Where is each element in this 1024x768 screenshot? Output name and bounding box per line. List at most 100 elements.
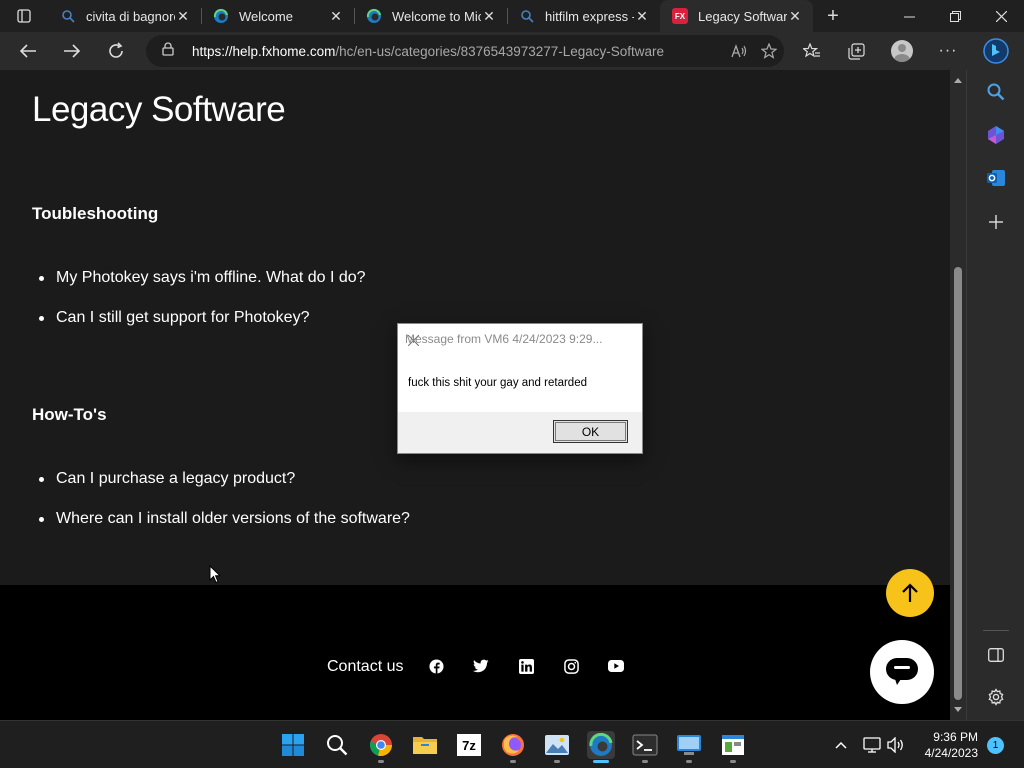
tab-close-icon[interactable]: ✕ [481,8,497,25]
article-list-troubleshooting: My Photokey says i'm offline. What do I … [39,268,366,348]
scrollbar-thumb[interactable] [954,267,962,700]
tab-title: Welcome [239,8,293,24]
address-bar[interactable]: https://help.fxhome.com/hc/en-us/categor… [146,35,784,67]
start-button[interactable] [279,731,307,759]
running-indicator [378,760,384,763]
volume-button[interactable] [886,735,906,755]
article-link[interactable]: Can I purchase a legacy product? [39,469,410,509]
photos-icon [545,735,569,755]
tab-strip: civita di bagnore ✕ Welcome ✕ Welcome to… [0,0,1024,32]
url-text[interactable]: https://help.fxhome.com/hc/en-us/categor… [192,44,724,59]
read-aloud-icon[interactable] [724,44,754,58]
taskbar-file-explorer[interactable] [411,731,439,759]
chat-widget-button[interactable] [870,640,934,704]
tab-title: Welcome to Micr [392,8,481,24]
taskbar-chrome[interactable] [367,731,395,759]
tab-welcome-microsoft[interactable]: Welcome to Micr ✕ [354,0,507,32]
7zip-icon: 7z [457,734,481,756]
youtube-icon[interactable] [608,658,624,674]
collections-button[interactable] [834,32,878,70]
sidebar-search-button[interactable] [984,80,1008,104]
sidebar-outlook-button[interactable] [984,166,1008,190]
close-window-button[interactable] [978,0,1024,32]
running-indicator [510,760,516,763]
tab-actions-button[interactable] [0,0,48,32]
scroll-up-arrow-icon[interactable] [950,72,966,88]
dialog-titlebar[interactable]: Message from VM6 4/24/2023 9:29... [398,324,642,354]
settings-more-button[interactable]: ··· [926,32,970,70]
tab-legacy-software[interactable]: FX Legacy Software ✕ [660,0,813,32]
network-button[interactable] [862,735,882,755]
tab-close-icon[interactable]: ✕ [634,8,650,25]
tab-close-icon[interactable]: ✕ [328,8,344,25]
taskbar-firefox[interactable] [499,731,527,759]
taskbar-app-window[interactable] [719,731,747,759]
tab-close-icon[interactable]: ✕ [787,8,803,25]
favorites-icon [803,43,820,58]
linkedin-icon[interactable] [518,658,534,674]
tab-close-icon[interactable]: ✕ [175,8,191,25]
taskbar-terminal[interactable] [631,731,659,759]
tab-civita[interactable]: civita di bagnore ✕ [48,0,201,32]
forward-button[interactable] [50,32,94,70]
network-icon [863,737,881,753]
chevron-up-icon [835,741,847,749]
copilot-icon [988,126,1004,144]
ok-button[interactable]: OK [553,420,628,443]
favorites-button[interactable] [790,32,834,70]
twitter-icon[interactable] [473,658,489,674]
section-title-troubleshooting[interactable]: Toubleshooting [32,204,158,224]
restore-icon [949,10,961,22]
message-dialog: Message from VM6 4/24/2023 9:29... fuck … [397,323,643,454]
outlook-icon [987,170,1005,186]
bing-chat-button[interactable] [974,32,1018,70]
speaker-icon [887,737,903,753]
profile-button[interactable] [880,32,924,70]
restore-button[interactable] [932,0,978,32]
arrow-up-icon [902,583,918,602]
article-link[interactable]: My Photokey says i'm offline. What do I … [39,268,366,308]
scroll-down-arrow-icon[interactable] [950,702,966,718]
avatar-icon [891,40,913,62]
minimize-button[interactable] [886,0,932,32]
taskbar-edge[interactable] [587,731,615,759]
edge-sidebar [966,70,1024,720]
sidebar-hide-button[interactable] [984,643,1008,667]
article-link[interactable]: Can I still get support for Photokey? [39,308,366,348]
contact-us-link[interactable]: Contact us [327,658,403,676]
section-title-how-tos[interactable]: How-To's [32,405,107,425]
taskbar: 7z 9:36 PM 4/24/2023 1 [0,720,1024,768]
notification-badge[interactable]: 1 [987,737,1004,754]
sidebar-add-button[interactable] [984,210,1008,234]
dialog-close-button[interactable] [405,332,421,348]
instagram-icon[interactable] [563,658,579,674]
sidebar-settings-button[interactable] [984,685,1008,709]
facebook-icon[interactable] [428,658,444,674]
taskbar-remote-desktop[interactable] [675,731,703,759]
bing-icon [983,38,1009,64]
refresh-button[interactable] [94,32,138,70]
page-title: Legacy Software [32,90,286,129]
chat-icon [886,658,918,685]
tab-title: hitfilm express - [545,8,634,24]
taskbar-7zip[interactable]: 7z [455,731,483,759]
add-favorite-icon[interactable] [754,43,784,59]
taskbar-search-button[interactable] [323,731,351,759]
new-tab-button[interactable]: + [813,0,853,32]
scroll-to-top-button[interactable] [886,569,934,617]
fxhome-icon: FX [672,8,688,24]
collections-icon [847,42,865,60]
lock-icon[interactable] [162,41,176,61]
page-scrollbar[interactable] [950,70,966,720]
taskbar-clock[interactable]: 9:36 PM 4/24/2023 [916,729,978,761]
tab-hitfilm[interactable]: hitfilm express - ✕ [507,0,660,32]
clock-time: 9:36 PM [933,730,978,744]
tab-title: Legacy Software [698,8,787,24]
taskbar-photos[interactable] [543,731,571,759]
article-link[interactable]: Where can I install older versions of th… [39,509,410,549]
tab-welcome[interactable]: Welcome ✕ [201,0,354,32]
minimize-icon [903,16,915,17]
show-hidden-icons-button[interactable] [831,735,851,755]
sidebar-copilot-button[interactable] [984,123,1008,147]
back-button[interactable] [6,32,50,70]
